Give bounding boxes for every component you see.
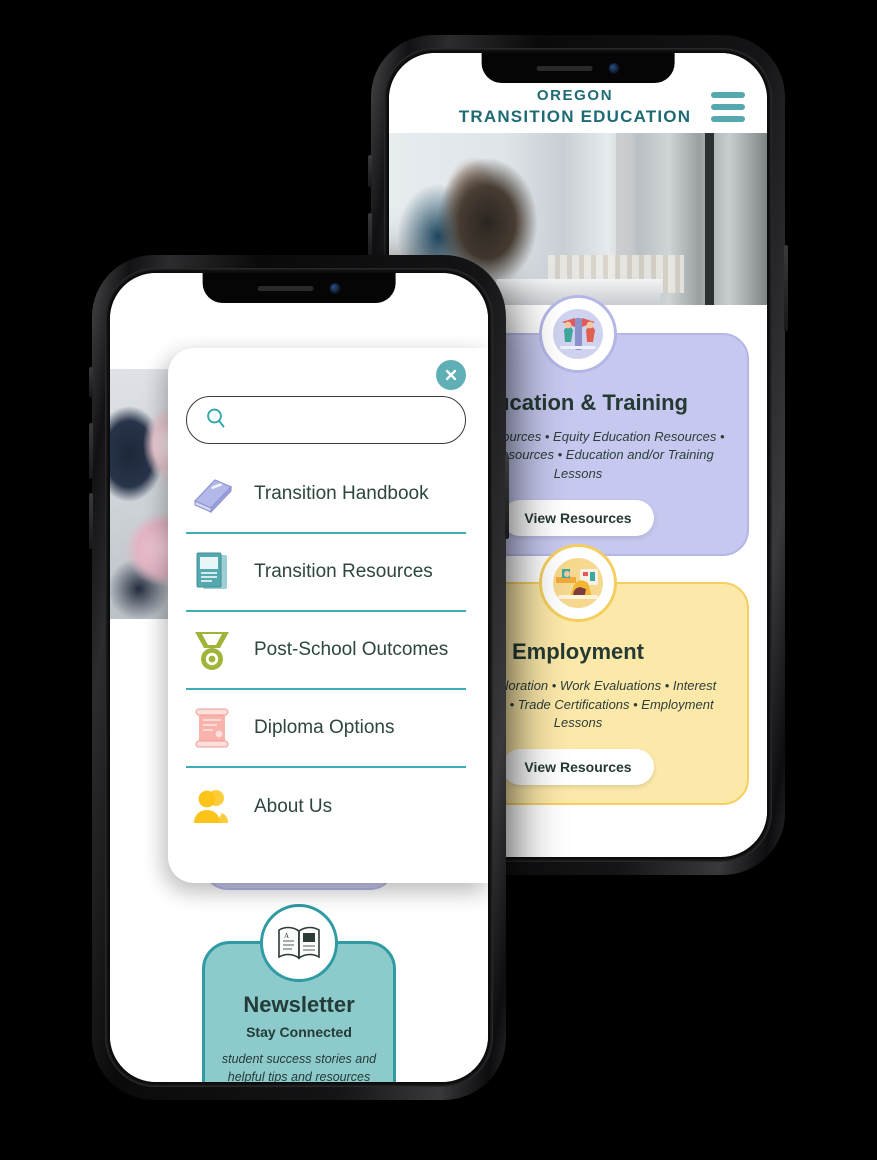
hero-window-frame	[705, 133, 715, 305]
hamburger-icon[interactable]	[711, 92, 745, 122]
view-resources-button[interactable]: View Resources	[502, 500, 654, 537]
earpiece-speaker-icon	[536, 65, 593, 71]
hamburger-bar	[711, 92, 745, 98]
search-input[interactable]	[239, 411, 447, 429]
phone-notch	[481, 53, 675, 83]
brand-line-2: TRANSITION EDUCATION	[458, 107, 692, 127]
front-phone-screen: A Newsletter Stay Connected student succ…	[110, 273, 488, 1082]
scroll-icon	[186, 707, 238, 749]
phone-power-button[interactable]	[784, 245, 788, 331]
phone-silent-switch[interactable]	[89, 367, 93, 397]
document-icon	[186, 551, 238, 593]
menu-item-diploma-options[interactable]: Diploma Options	[186, 690, 466, 768]
menu-item-post-school-outcomes[interactable]: Post-School Outcomes	[186, 612, 466, 690]
earpiece-speaker-icon	[257, 285, 314, 291]
screenshot-stage: OREGON TRANSITION EDUCATION Education & …	[0, 0, 877, 1160]
menu-list: Transition Handbook Transition Resources…	[186, 456, 466, 846]
newsletter-title: Newsletter	[243, 992, 355, 1017]
menu-item-transition-resources[interactable]: Transition Resources	[186, 534, 466, 612]
phone-volume-down-button[interactable]	[89, 493, 93, 549]
front-camera-icon	[329, 282, 341, 294]
medal-icon	[186, 628, 238, 672]
menu-item-label: Diploma Options	[254, 717, 395, 738]
menu-item-label: Transition Handbook	[254, 483, 429, 504]
phone-notch	[202, 273, 396, 303]
menu-overlay-panel: Transition Handbook Transition Resources…	[168, 348, 488, 883]
phone-power-button[interactable]	[505, 455, 509, 539]
phone-volume-up-button[interactable]	[89, 423, 93, 479]
newsletter-card[interactable]: A Newsletter Stay Connected student succ…	[202, 904, 396, 1082]
brand-line-1: OREGON	[536, 86, 614, 104]
newsletter-subtitle: Stay Connected	[246, 1024, 352, 1040]
menu-item-about-us[interactable]: About Us	[186, 768, 466, 846]
site-brand: OREGON TRANSITION EDUCATION	[415, 86, 711, 128]
front-phone-bezel: A Newsletter Stay Connected student succ…	[105, 268, 493, 1087]
svg-text:A: A	[284, 932, 289, 940]
front-camera-icon	[608, 62, 620, 74]
menu-item-label: Post-School Outcomes	[254, 639, 449, 660]
graduation-illustration-icon	[539, 295, 617, 373]
open-book-icon: A	[260, 904, 338, 982]
view-resources-button[interactable]: View Resources	[502, 749, 654, 786]
front-phone-device: A Newsletter Stay Connected student succ…	[89, 255, 509, 1100]
newsletter-description: student success stories and helpful tips…	[221, 1052, 377, 1082]
menu-item-label: About Us	[254, 796, 333, 817]
menu-item-label: Transition Resources	[254, 561, 433, 582]
menu-item-transition-handbook[interactable]: Transition Handbook	[186, 456, 466, 534]
hamburger-bar	[711, 104, 745, 110]
hamburger-bar	[711, 116, 745, 122]
workplace-illustration-icon	[539, 544, 617, 623]
search-bar[interactable]	[186, 396, 466, 444]
person-icon	[186, 787, 238, 827]
phone-silent-switch[interactable]	[368, 155, 372, 187]
search-icon	[205, 407, 227, 434]
close-icon[interactable]	[436, 360, 466, 390]
book-icon	[186, 474, 238, 514]
